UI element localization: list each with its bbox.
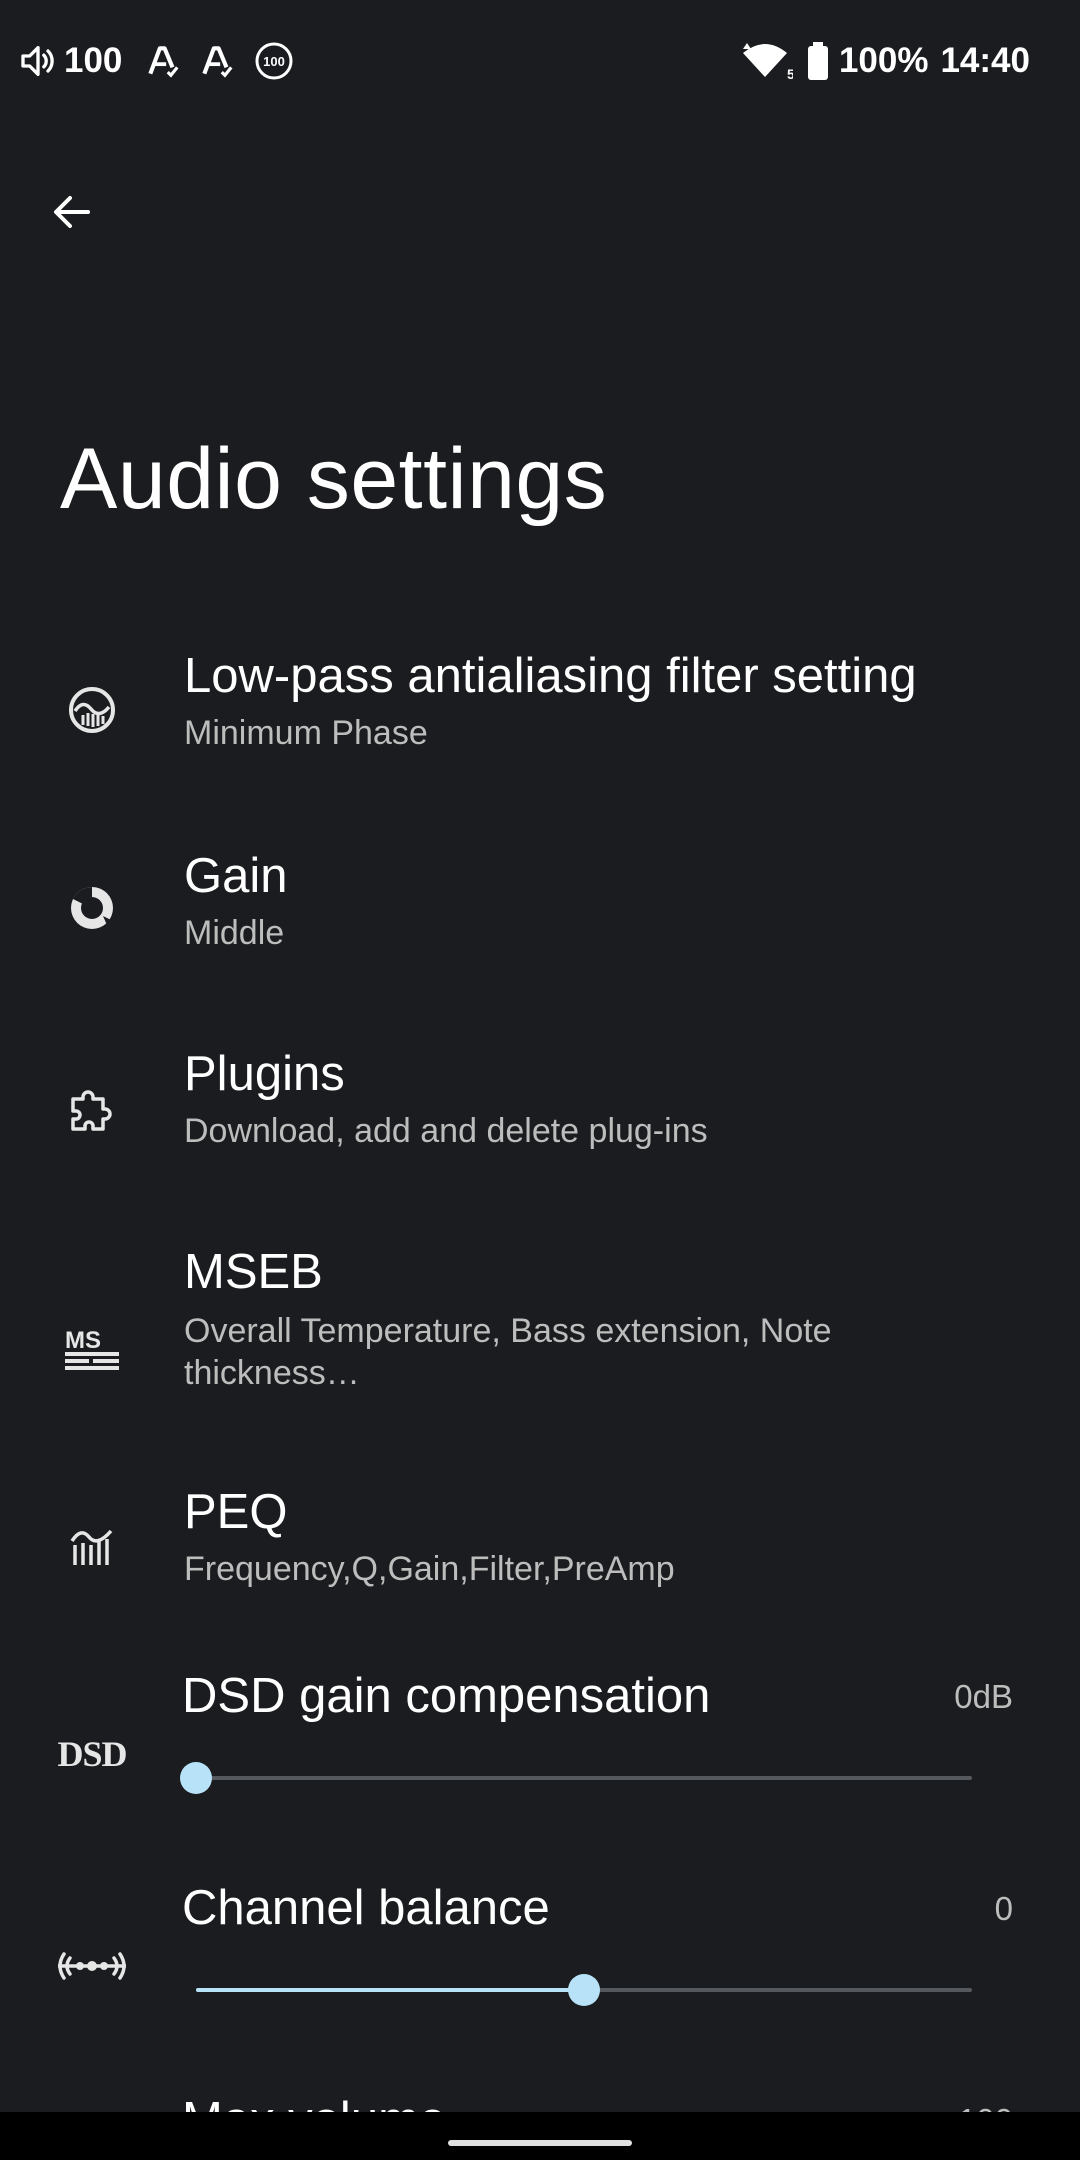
setting-title: PEQ: [184, 1485, 288, 1539]
slider-title: DSD gain compensation: [182, 1669, 711, 1723]
setting-item-lowpass-filter[interactable]: Low-pass antialiasing filter setting Min…: [0, 640, 1080, 780]
battery-icon: [807, 42, 829, 80]
status-bar-right: 5 100% 14:40: [741, 36, 1030, 86]
battery-percent: 100%: [838, 41, 929, 80]
setting-summary: Overall Temperature, Bass extension, Not…: [184, 1312, 832, 1392]
channel-balance-icon: [52, 1934, 132, 1998]
home-gesture-handle[interactable]: [448, 2140, 632, 2146]
dsd-icon-text: DSD: [57, 1734, 127, 1774]
gain-icon: [60, 876, 124, 940]
setting-title: MSEB: [184, 1245, 323, 1299]
peq-icon: [60, 1512, 124, 1576]
status-bar-left: 100 100: [18, 36, 294, 86]
setting-title: Gain: [184, 849, 288, 903]
a-auto-icon: [198, 42, 236, 80]
setting-item-channel-balance: Channel balance 0: [0, 1872, 1080, 2022]
clock: 14:40: [940, 41, 1030, 80]
wifi-icon: 5: [741, 41, 793, 81]
volume-100-badge-icon: 100: [254, 41, 294, 81]
puzzle-icon: [60, 1076, 124, 1140]
a-auto-icon: [144, 42, 182, 80]
setting-title: Low-pass antialiasing filter setting: [184, 649, 917, 703]
slider-fill: [196, 1988, 584, 1992]
back-button[interactable]: [40, 180, 104, 244]
navigation-bar: [0, 2112, 1080, 2160]
slider-thumb[interactable]: [180, 1762, 212, 1794]
setting-summary: Minimum Phase: [184, 714, 428, 752]
setting-summary: Download, add and delete plug-ins: [184, 1112, 708, 1150]
page-title: Audio settings: [60, 431, 608, 527]
setting-summary: Middle: [184, 914, 285, 952]
volume-badge-text: 100: [264, 54, 286, 69]
volume-icon: [18, 41, 58, 81]
channel-balance-slider[interactable]: [196, 1974, 972, 2006]
volume-level-text: 100: [64, 41, 123, 80]
setting-item-mseb[interactable]: MS MSEB Overall Temperature, Bass extens…: [0, 1234, 1080, 1414]
dsd-icon: DSD: [52, 1722, 132, 1786]
mseb-icon: MS: [60, 1316, 124, 1380]
setting-item-gain[interactable]: Gain Middle: [0, 838, 1080, 978]
slider-title: Channel balance: [182, 1881, 550, 1935]
status-bar: 100 100 5 100% 14:40: [0, 0, 1080, 120]
svg-text:MS: MS: [65, 1327, 101, 1354]
setting-title: Plugins: [184, 1047, 345, 1101]
slider-thumb[interactable]: [568, 1974, 600, 2006]
audio-settings-screen: 100 100 5 100% 14:40 Audio settings Low-…: [0, 0, 1080, 2160]
wifi-band-text: 5: [787, 66, 793, 81]
back-arrow-icon: [54, 196, 90, 228]
setting-item-dsd-gain: DSD DSD gain compensation 0dB: [0, 1660, 1080, 1810]
slider-value: 0dB: [954, 1678, 1013, 1715]
slider-value: 0: [994, 1890, 1013, 1927]
setting-item-plugins[interactable]: Plugins Download, add and delete plug-in…: [0, 1036, 1080, 1176]
dsd-gain-slider[interactable]: [180, 1762, 972, 1794]
filter-icon: [60, 678, 124, 742]
setting-item-peq[interactable]: PEQ Frequency,Q,Gain,Filter,PreAmp: [0, 1474, 1080, 1614]
setting-summary: Frequency,Q,Gain,Filter,PreAmp: [184, 1550, 675, 1588]
